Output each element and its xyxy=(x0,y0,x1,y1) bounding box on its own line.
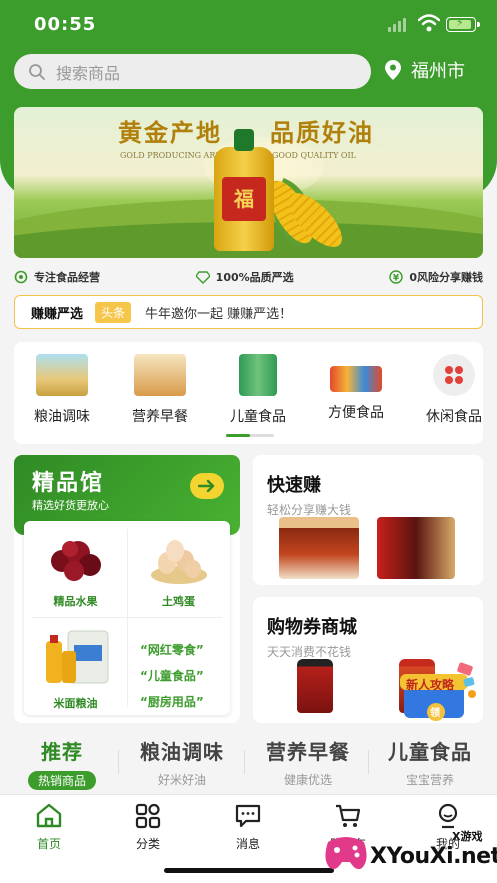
wifi-icon xyxy=(418,14,440,32)
featured-eggs[interactable]: 土鸡蛋 xyxy=(127,531,230,609)
kids-food-image xyxy=(239,354,277,396)
quick-earn-card[interactable]: 快速赚 轻松分享赚大钱 xyxy=(253,455,483,585)
claim-label: 领 xyxy=(430,708,440,719)
ticker-tag: 头条 xyxy=(95,301,132,323)
voucher-mall-subtitle: 天天消费不花钱 xyxy=(267,645,352,659)
message-icon xyxy=(235,804,261,828)
home-icon xyxy=(36,803,62,828)
service-badges: 专注食品经营 100%品质严选 ¥ 0风险分享赚钱 xyxy=(14,268,483,286)
city-label: 福州市 xyxy=(411,61,465,82)
diamond-icon xyxy=(195,271,210,284)
arrow-right-icon[interactable] xyxy=(190,473,224,499)
search-placeholder: 搜索商品 xyxy=(56,63,121,83)
quick-earn-title: 快速赚 xyxy=(267,475,321,496)
category-snacks[interactable]: 休闲食品 xyxy=(414,354,494,426)
category-kids-food[interactable]: 儿童食品 xyxy=(218,354,298,426)
category-grid: 粮油调味 营养早餐 儿童食品 方便食品 休闲食品 xyxy=(14,342,483,444)
banner-subtitle-left: GOLD PRODUCING AREA xyxy=(120,151,227,160)
yuan-icon: ¥ xyxy=(389,270,404,284)
watermark-brand: XYouXi.net xyxy=(370,844,497,869)
badge-earn: ¥ 0风险分享赚钱 xyxy=(389,268,483,286)
eggs-image xyxy=(150,540,207,584)
grain-oil-image xyxy=(45,630,108,684)
cherries-image xyxy=(50,541,101,581)
site-watermark: X游戏 XYouXi.net xyxy=(322,822,497,880)
tab-recommend[interactable]: 推荐 热销商品 xyxy=(0,736,124,790)
ticker-text: 牛年邀你一起 赚赚严选！ xyxy=(145,306,293,322)
category-grid-icon xyxy=(135,803,161,829)
featured-subtitle: 精选好货更放心 xyxy=(32,499,109,512)
nav-category[interactable]: 分类 xyxy=(113,803,183,852)
status-bar: 00:55 ⚡ xyxy=(0,0,497,50)
battery-icon: ⚡ xyxy=(446,16,480,32)
banner-subtitle-right: GOOD QUALITY OIL xyxy=(272,151,356,160)
signal-icon xyxy=(388,18,406,32)
banner-title-right: 品质好油 xyxy=(270,118,374,147)
quick-earn-subtitle: 轻松分享赚大钱 xyxy=(267,503,352,517)
chili-jar-image xyxy=(297,659,333,713)
nav-messages[interactable]: 消息 xyxy=(213,803,283,852)
category-instant-food[interactable]: 方便食品 xyxy=(316,354,396,422)
watermark-tag: X游戏 xyxy=(452,830,483,843)
game-controller-logo xyxy=(325,837,367,870)
badge-quality: 100%品质严选 xyxy=(195,268,294,286)
hotpot-image xyxy=(279,517,359,579)
feed-tabs: 推荐 热销商品 粮油调味 好米好油 营养早餐 健康优选 儿童食品 宝宝营养 xyxy=(0,736,497,790)
newcomer-guide-label: 新人攻略 xyxy=(406,678,455,692)
nav-home[interactable]: 首页 xyxy=(14,803,84,852)
home-indicator xyxy=(164,868,334,873)
badge-food: 专注食品经营 xyxy=(14,268,100,286)
ticker-label: 赚赚严选 xyxy=(31,306,84,322)
bottle-label: 福 xyxy=(222,177,266,221)
category-grain-oil[interactable]: 粮油调味 xyxy=(22,354,102,426)
voucher-mall-title: 购物券商城 xyxy=(267,617,357,638)
featured-pavilion[interactable]: 精品馆 精选好货更放心 精品水果 土鸡蛋 米面粮油 “网红零食” “儿童食品” xyxy=(14,455,240,723)
scroll-indicator xyxy=(226,434,274,437)
newcomer-guide-float[interactable]: 新人攻略 领 xyxy=(398,660,482,724)
category-breakfast[interactable]: 营养早餐 xyxy=(120,354,200,426)
search-icon xyxy=(29,63,45,80)
tab-kids-food[interactable]: 儿童食品 宝宝营养 xyxy=(368,736,492,788)
instant-food-image xyxy=(330,366,382,392)
sauce-jar-image xyxy=(377,517,455,579)
target-icon xyxy=(14,270,28,284)
featured-title: 精品馆 xyxy=(32,471,105,496)
status-time: 00:55 xyxy=(34,14,97,35)
featured-grain-oil[interactable]: 米面粮油 xyxy=(24,625,127,711)
promo-banner[interactable]: 黄金产地 品质好油 GOLD PRODUCING AREA GOOD QUALI… xyxy=(14,107,483,258)
snacks-icon xyxy=(433,354,475,396)
svg-text:¥: ¥ xyxy=(393,274,400,284)
tab-grain-oil[interactable]: 粮油调味 好米好油 xyxy=(120,736,244,788)
breakfast-image xyxy=(134,354,186,396)
oil-bottle-image: 福 xyxy=(214,129,274,251)
featured-fruit[interactable]: 精品水果 xyxy=(24,531,127,609)
grain-oil-image xyxy=(36,354,88,396)
featured-tags: “网红零食” “儿童食品” “厨房用品” xyxy=(140,643,204,709)
location-pin-icon xyxy=(385,60,401,80)
location-selector[interactable]: 福州市 xyxy=(385,57,465,83)
tab-breakfast[interactable]: 营养早餐 健康优选 xyxy=(246,736,370,788)
banner-title-left: 黄金产地 xyxy=(118,118,222,147)
search-bar[interactable]: 搜索商品 xyxy=(14,54,371,89)
app-screen: 00:55 ⚡ 搜索商品 福州市 黄金产地 品质好油 GOLD PRODUCIN… xyxy=(0,0,497,883)
headline-ticker[interactable]: 赚赚严选 头条 牛年邀你一起 赚赚严选！ xyxy=(14,295,483,329)
